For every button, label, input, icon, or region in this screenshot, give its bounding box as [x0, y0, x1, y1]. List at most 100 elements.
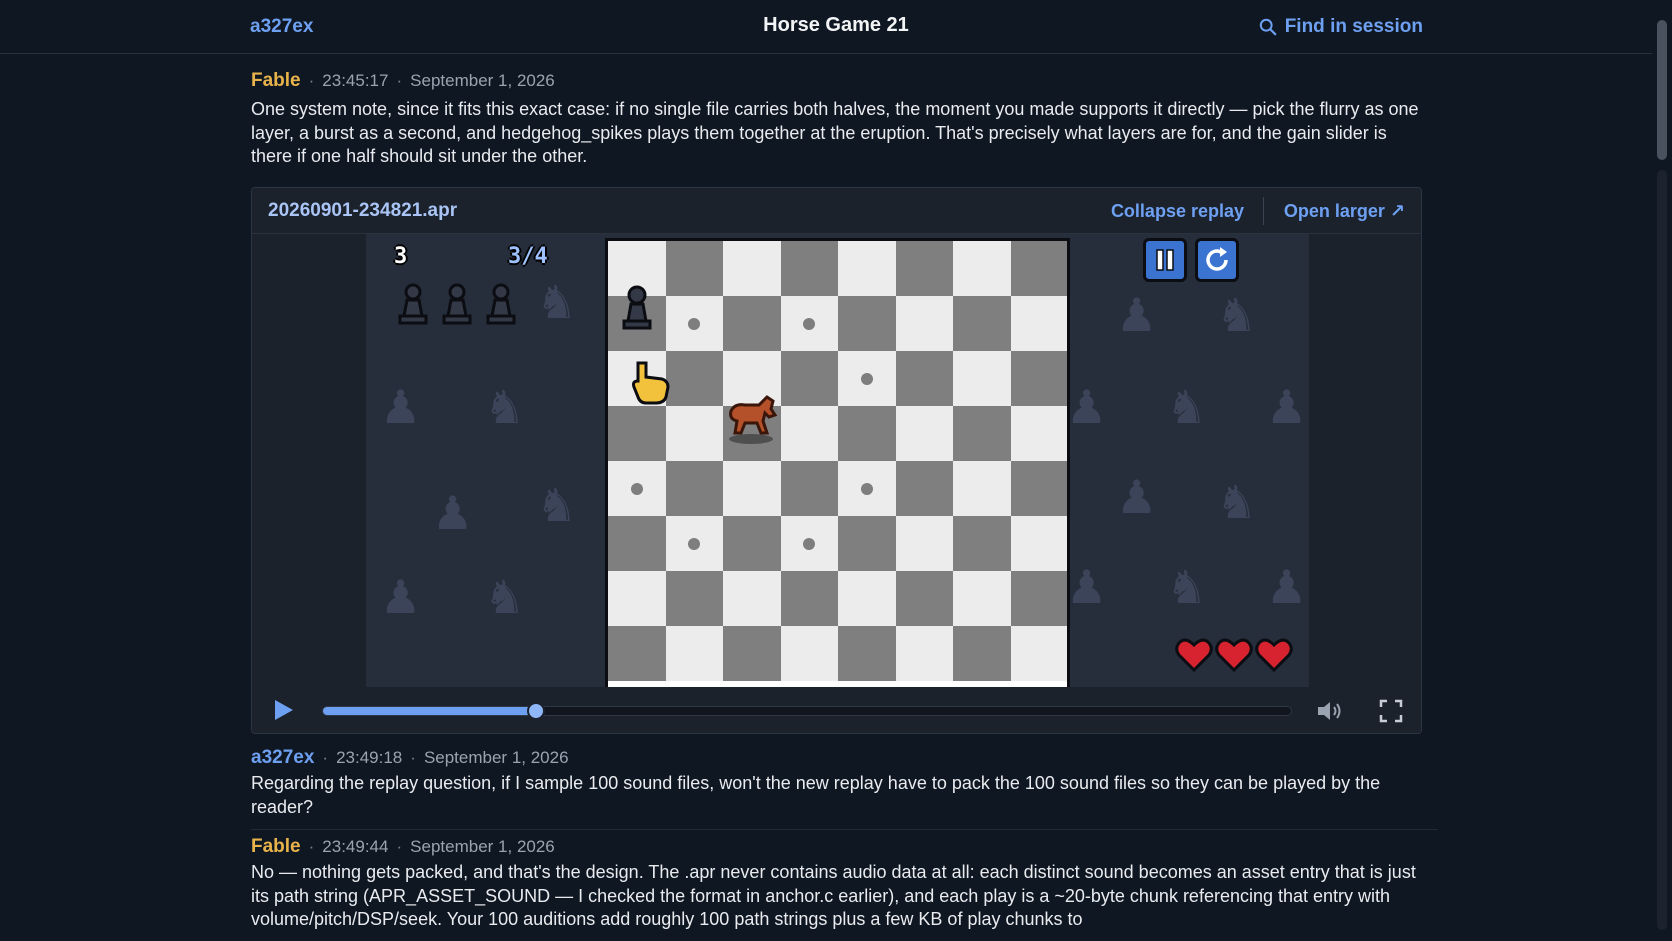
board-square[interactable] [1010, 296, 1067, 351]
board-square[interactable] [895, 296, 953, 351]
board-square[interactable] [780, 406, 838, 461]
board-square[interactable] [608, 516, 666, 571]
replay-controls [252, 687, 1421, 733]
message-meta: a327ex · 23:49:18 · September 1, 2026 [251, 747, 1421, 769]
board-square[interactable] [1010, 626, 1067, 681]
volume-button[interactable] [1315, 699, 1345, 723]
move-hint-dot[interactable] [803, 537, 816, 550]
pause-button[interactable] [1143, 238, 1187, 282]
board-square[interactable] [953, 571, 1011, 626]
play-button[interactable] [270, 697, 296, 723]
move-hint-dot[interactable] [630, 482, 643, 495]
move-hint-dot[interactable] [688, 537, 701, 550]
board-square[interactable] [895, 406, 953, 461]
scrollbar-track[interactable] [1657, 170, 1667, 930]
board-square[interactable] [1010, 571, 1067, 626]
replay-scrubber[interactable] [322, 702, 1292, 720]
board-square[interactable] [953, 461, 1011, 516]
board-square[interactable] [1010, 461, 1067, 516]
message-divider [251, 829, 1438, 830]
move-hint-dot[interactable] [803, 317, 816, 330]
background-pawn-icon: ♟ [1266, 381, 1308, 433]
board-square[interactable] [953, 626, 1011, 681]
fullscreen-button[interactable] [1379, 699, 1403, 723]
board-square[interactable] [895, 516, 953, 571]
replay-stage[interactable]: ♟ ♟ ♟ ♞ ♞ ♞ ♞ ♟ ♟ ♟ ♟ ♟ ♟ ♞ ♞ ♞ ♞ 3 3/4 [252, 234, 1421, 687]
board-square[interactable] [780, 626, 838, 681]
board-square[interactable] [895, 626, 953, 681]
board-square[interactable] [723, 296, 781, 351]
board-square[interactable] [953, 296, 1011, 351]
message-date: September 1, 2026 [410, 71, 555, 90]
board-square[interactable] [895, 351, 953, 406]
board-square[interactable] [838, 516, 896, 571]
board-square[interactable] [895, 241, 953, 296]
message-author[interactable]: Fable [251, 70, 301, 92]
move-hint-dot[interactable] [860, 372, 873, 385]
board-square[interactable] [665, 406, 723, 461]
board-square[interactable] [608, 626, 666, 681]
board-square[interactable] [780, 351, 838, 406]
board-square[interactable] [723, 626, 781, 681]
board-square[interactable] [838, 406, 896, 461]
pointer-hand-icon [632, 361, 670, 405]
board-square[interactable] [838, 626, 896, 681]
board-square[interactable] [723, 461, 781, 516]
pawn-icon [442, 283, 472, 325]
move-hint-dot[interactable] [860, 482, 873, 495]
message-time: 23:49:44 [322, 837, 389, 856]
board-square[interactable] [953, 241, 1011, 296]
background-horse-icon: ♞ [536, 276, 578, 328]
background-pawn-icon: ♟ [380, 571, 422, 623]
board-square[interactable] [608, 406, 666, 461]
board-square[interactable] [1010, 241, 1067, 296]
board-square[interactable] [723, 571, 781, 626]
restart-button[interactable] [1195, 238, 1239, 282]
board-square[interactable] [723, 241, 781, 296]
find-in-session-button[interactable]: Find in session [1259, 16, 1423, 38]
board-square[interactable] [1010, 516, 1067, 571]
board-square[interactable] [665, 461, 723, 516]
message-time: 23:45:17 [322, 71, 389, 90]
message-author[interactable]: Fable [251, 836, 301, 858]
page-scrollbar[interactable] [1652, 0, 1672, 941]
background-pawn-icon: ♟ [1116, 289, 1158, 341]
board-square[interactable] [953, 406, 1011, 461]
pawn-icon [398, 283, 428, 325]
collapse-replay-button[interactable]: Collapse replay [1111, 201, 1244, 222]
board-square[interactable] [953, 351, 1011, 406]
board-square[interactable] [665, 571, 723, 626]
board-square[interactable] [665, 241, 723, 296]
board-square[interactable] [1010, 406, 1067, 461]
board-pawn-icon[interactable] [618, 283, 656, 331]
board-square[interactable] [838, 241, 896, 296]
board-square[interactable] [1010, 351, 1067, 406]
move-hint-dot[interactable] [688, 317, 701, 330]
board-square[interactable] [953, 516, 1011, 571]
chess-board[interactable] [605, 238, 1070, 687]
find-in-session-label: Find in session [1284, 16, 1423, 37]
message-body: No — nothing gets packed, and that's the… [251, 862, 1416, 929]
board-square[interactable] [608, 571, 666, 626]
board-square[interactable] [838, 296, 896, 351]
scrollbar-thumb[interactable] [1657, 20, 1667, 160]
board-square[interactable] [838, 571, 896, 626]
board-square[interactable] [665, 351, 723, 406]
board-square[interactable] [780, 461, 838, 516]
board-square[interactable] [665, 626, 723, 681]
board-square[interactable] [780, 571, 838, 626]
board-square[interactable] [895, 571, 953, 626]
message-date: September 1, 2026 [423, 748, 569, 767]
board-square[interactable] [895, 461, 953, 516]
message-author[interactable]: a327ex [251, 747, 314, 769]
board-square[interactable] [723, 516, 781, 571]
open-larger-button[interactable]: Open larger ↗ [1284, 201, 1405, 222]
header-user-link[interactable]: a327ex [250, 16, 313, 38]
scrubber-handle[interactable] [526, 702, 545, 720]
background-horse-icon: ♞ [1216, 476, 1258, 528]
search-icon [1259, 18, 1276, 36]
board-square[interactable] [780, 241, 838, 296]
horse-player-icon[interactable] [723, 389, 781, 445]
score-counter: 3 [394, 244, 408, 269]
game-viewport[interactable]: ♟ ♟ ♟ ♞ ♞ ♞ ♞ ♟ ♟ ♟ ♟ ♟ ♟ ♞ ♞ ♞ ♞ 3 3/4 [366, 234, 1309, 687]
